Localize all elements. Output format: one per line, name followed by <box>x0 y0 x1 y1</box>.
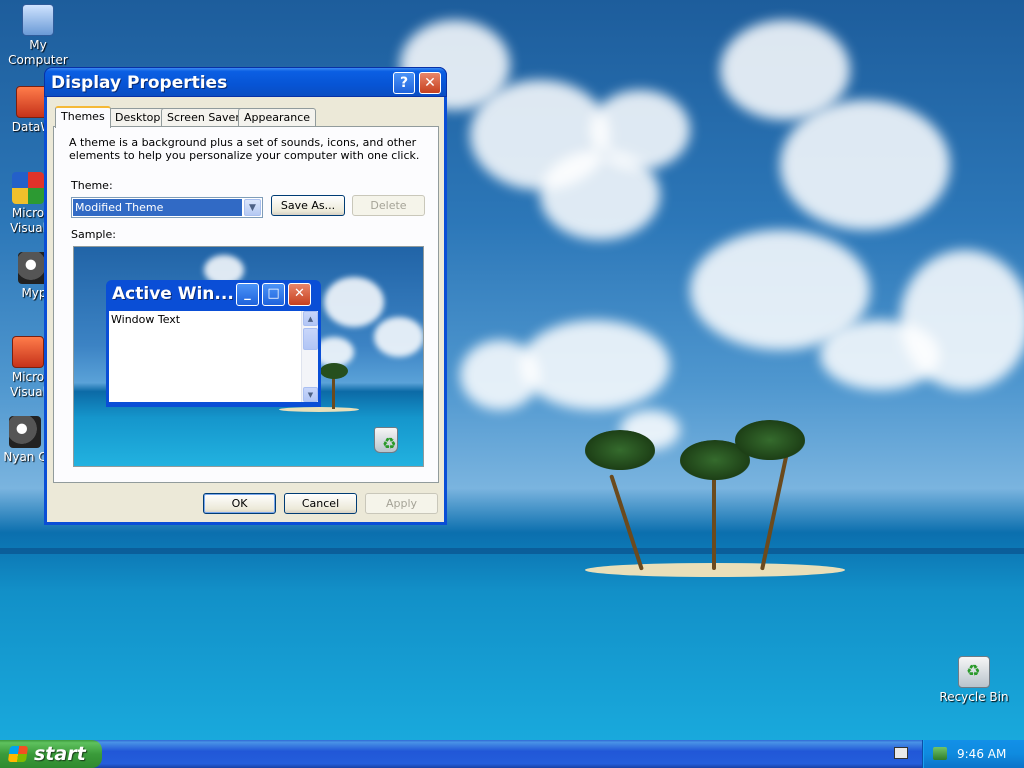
taskbar: start 9:46 AM <box>0 740 1024 768</box>
theme-label: Theme: <box>71 179 113 192</box>
save-as-button[interactable]: Save As... <box>271 195 345 216</box>
theme-dropdown-value: Modified Theme <box>73 199 242 216</box>
cat-icon <box>9 416 41 448</box>
chevron-down-icon[interactable]: ▼ <box>244 199 261 216</box>
theme-sample-preview: Active Win... _ □ ✕ Window Text ▲ ▼ <box>73 246 424 467</box>
scroll-down-icon: ▼ <box>303 387 318 402</box>
app-shortcut-icon <box>12 336 44 368</box>
sample-scrollbar: ▲ ▼ <box>301 311 318 402</box>
desktop-icon-label: Nyan C <box>3 450 47 464</box>
visual-studio-icon <box>12 172 44 204</box>
apply-button[interactable]: Apply <box>365 493 438 514</box>
system-tray: 9:46 AM <box>922 740 1024 768</box>
desktop-icon-label: Myp <box>21 286 47 300</box>
tab-appearance[interactable]: Appearance <box>238 108 317 127</box>
network-icon[interactable] <box>933 747 947 760</box>
themes-panel: A theme is a background plus a set of so… <box>53 126 439 483</box>
minimize-icon: _ <box>236 283 259 306</box>
sample-window-text: Window Text <box>111 313 181 326</box>
desktop-icon-recycle-bin[interactable]: Recycle Bin <box>939 656 1009 705</box>
start-button[interactable]: start <box>0 740 102 768</box>
clock[interactable]: 9:46 AM <box>957 747 1006 761</box>
keyboard-icon[interactable] <box>894 747 908 759</box>
close-button[interactable]: ✕ <box>419 72 441 94</box>
sample-active-window: Active Win... _ □ ✕ Window Text ▲ ▼ <box>106 280 321 407</box>
tab-desktop[interactable]: Desktop <box>109 108 167 127</box>
sample-window-title: Active Win... <box>112 284 234 304</box>
tab-screen-saver[interactable]: Screen Saver <box>161 108 246 127</box>
desktop-icon-label: Micro Visual <box>10 370 46 399</box>
delete-button[interactable]: Delete <box>352 195 425 216</box>
desktop-icon-my-computer[interactable]: My Computer <box>3 4 73 68</box>
sample-label: Sample: <box>71 228 116 241</box>
display-properties-window: Display Properties ? ✕ Themes Desktop Sc… <box>44 67 447 525</box>
cancel-button[interactable]: Cancel <box>284 493 357 514</box>
window-title: Display Properties <box>51 73 228 93</box>
windows-logo-icon <box>7 746 29 762</box>
maximize-icon: □ <box>262 283 285 306</box>
desktop-icon-label: Micro Visual <box>10 206 46 235</box>
ok-button[interactable]: OK <box>203 493 276 514</box>
themes-description: A theme is a background plus a set of so… <box>69 136 420 162</box>
sample-window-body: Window Text ▲ ▼ <box>109 311 318 402</box>
start-label: start <box>34 743 86 765</box>
computer-icon <box>22 4 54 36</box>
close-icon: ✕ <box>288 283 311 306</box>
desktop-icon-label: My Computer <box>8 38 68 67</box>
recycle-bin-icon <box>374 427 398 453</box>
window-titlebar[interactable]: Display Properties ? ✕ <box>44 67 447 97</box>
recycle-bin-icon <box>958 656 990 688</box>
theme-dropdown[interactable]: Modified Theme ▼ <box>71 197 263 218</box>
help-button[interactable]: ? <box>393 72 415 94</box>
tab-themes[interactable]: Themes <box>55 106 111 128</box>
desktop-icon-label: Recycle Bin <box>939 690 1009 704</box>
scroll-up-icon: ▲ <box>303 311 318 326</box>
scroll-thumb <box>303 328 318 350</box>
